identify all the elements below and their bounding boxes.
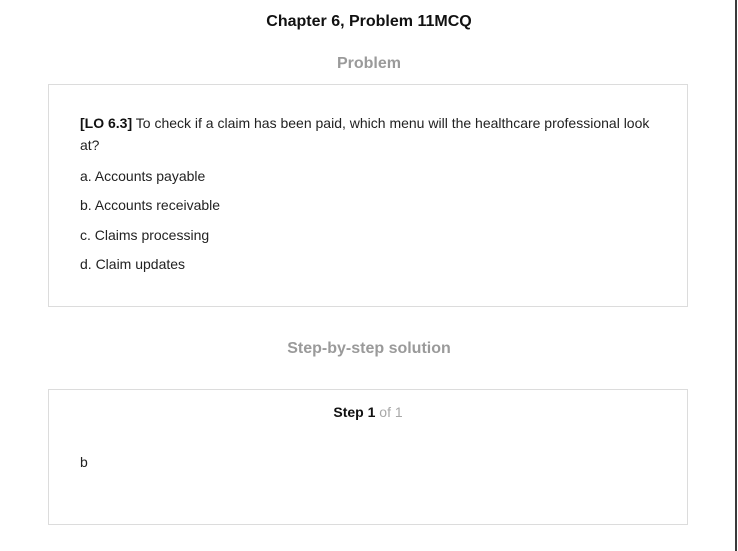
- option-d: d. Claim updates: [80, 256, 186, 272]
- learning-objective-tag: [LO 6.3]: [80, 115, 133, 131]
- page-edge-divider: [735, 0, 737, 551]
- solution-answer: b: [80, 454, 88, 470]
- solution-card: Step 1 of 1 b: [48, 389, 688, 525]
- page-title: Chapter 6, Problem 11MCQ: [266, 13, 472, 30]
- step-total: of 1: [379, 404, 403, 420]
- problem-heading: Problem: [336, 55, 401, 72]
- option-a: a. Accounts payable: [80, 168, 206, 184]
- question-body: To check if a claim has been paid, which…: [80, 115, 650, 153]
- step-word: Step: [333, 404, 364, 420]
- problem-card: [LO 6.3] To check if a claim has been pa…: [48, 84, 688, 307]
- solution-heading: Step-by-step solution: [287, 340, 451, 357]
- question-text: [LO 6.3] To check if a claim has been pa…: [80, 112, 665, 156]
- option-b: b. Accounts receivable: [80, 197, 221, 213]
- option-c: c. Claims processing: [80, 227, 210, 243]
- step-number: 1: [367, 404, 376, 420]
- step-indicator: Step 1 of 1: [49, 403, 687, 421]
